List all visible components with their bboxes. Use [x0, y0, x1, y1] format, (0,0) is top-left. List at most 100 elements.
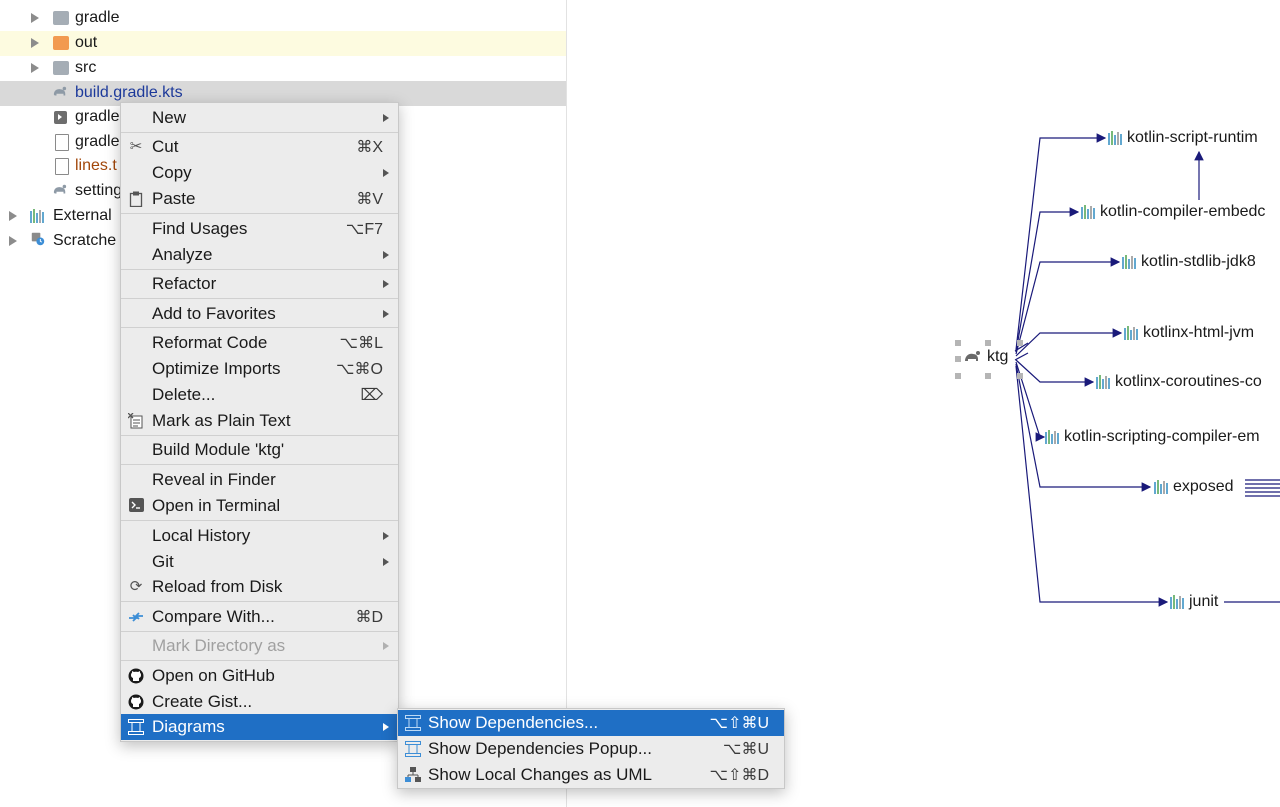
library-icon	[1170, 595, 1184, 609]
expand-arrow-icon[interactable]	[31, 63, 39, 73]
diagram-node-kotlin-script-runtime[interactable]: kotlin-script-runtim	[1108, 129, 1258, 147]
menu-item-label: Compare With...	[152, 607, 275, 626]
menu-item-label: Open in Terminal	[152, 496, 281, 515]
folder-icon	[53, 61, 69, 75]
selection-handle[interactable]	[985, 373, 991, 379]
diagram-node-kotlin-scripting-compiler[interactable]: kotlin-scripting-compiler-em	[1045, 428, 1260, 446]
expand-arrow-icon[interactable]	[9, 236, 17, 246]
menu-item-compare-with[interactable]: Compare With... ⌘D	[121, 604, 398, 630]
tree-item-label: src	[75, 59, 97, 76]
menu-item-label: Reformat Code	[152, 333, 268, 352]
tree-item-label: setting	[75, 182, 123, 199]
expand-arrow-icon[interactable]	[9, 211, 17, 221]
expand-arrow-icon[interactable]	[31, 13, 39, 23]
tree-item-label: Scratche	[53, 232, 117, 249]
edge-kotlinx-html-jvm	[1015, 328, 1123, 357]
menu-item-label: Refactor	[152, 274, 217, 293]
gradle-file-icon	[53, 184, 67, 194]
menu-item-open-on-github[interactable]: Open on GitHub	[121, 663, 398, 689]
menu-item-find-usages[interactable]: Find Usages ⌥F7	[121, 216, 398, 242]
selection-handle[interactable]	[1017, 340, 1023, 346]
selection-handle[interactable]	[1017, 373, 1023, 379]
diagram-node-ktg[interactable]: ktg	[963, 348, 1008, 366]
menu-separator	[121, 660, 398, 661]
library-icon	[1081, 205, 1095, 219]
menu-item-create-gist[interactable]: Create Gist...	[121, 689, 398, 715]
tree-item-label: lines.t	[75, 157, 117, 174]
tree-item-out[interactable]: out	[0, 31, 566, 56]
github-icon	[128, 694, 144, 710]
menu-item-paste[interactable]: Paste ⌘V	[121, 186, 398, 212]
library-icon	[30, 209, 46, 223]
tree-item-label: gradle	[75, 133, 120, 150]
edge-kotlinx-coroutines	[1015, 359, 1095, 387]
diagram-node-kotlin-stdlib-jdk8[interactable]: kotlin-stdlib-jdk8	[1122, 253, 1256, 271]
menu-item-diagrams[interactable]: Diagrams	[121, 714, 398, 740]
menu-shortcut: ⌘D	[355, 609, 383, 626]
menu-item-show-local-changes-uml[interactable]: Show Local Changes as UML ⌥⇧⌘D	[398, 762, 784, 788]
menu-item-mark-as-plain-text[interactable]: Mark as Plain Text	[121, 408, 398, 434]
gradle-file-icon	[53, 86, 67, 96]
menu-shortcut: ⌥⇧⌘U	[709, 715, 769, 732]
selection-handle[interactable]	[985, 340, 991, 346]
menu-item-label: Build Module 'ktg'	[152, 440, 285, 459]
diagram-edges	[1014, 133, 1280, 607]
menu-item-reload-from-disk[interactable]: ⟳ Reload from Disk	[121, 574, 398, 600]
edge-junit	[1015, 365, 1169, 607]
tree-item-gradle[interactable]: gradle	[0, 6, 566, 31]
menu-separator	[121, 269, 398, 270]
menu-item-local-history[interactable]: Local History	[121, 523, 398, 549]
menu-item-delete[interactable]: Delete... ⌦	[121, 382, 398, 408]
submenu-arrow-icon	[383, 723, 389, 731]
tree-item-label: External	[53, 207, 112, 224]
menu-item-reformat-code[interactable]: Reformat Code ⌥⌘L	[121, 330, 398, 356]
diagram-node-kotlin-compiler-embeddable[interactable]: kotlin-compiler-embedc	[1081, 203, 1266, 221]
diagram-node-kotlinx-coroutines[interactable]: kotlinx-coroutines-co	[1096, 373, 1262, 391]
menu-item-label: Analyze	[152, 245, 213, 264]
diagram-node-kotlinx-html-jvm[interactable]: kotlinx-html-jvm	[1124, 324, 1255, 342]
menu-shortcut: ⌥⌘O	[336, 361, 383, 378]
selection-handle[interactable]	[955, 340, 961, 346]
node-label: kotlin-scripting-compiler-em	[1064, 428, 1260, 445]
selection-handle[interactable]	[955, 373, 961, 379]
menu-separator	[121, 298, 398, 299]
menu-item-git[interactable]: Git	[121, 549, 398, 575]
menu-separator	[121, 213, 398, 214]
menu-item-new[interactable]: New	[121, 105, 398, 131]
menu-item-show-dependencies-popup[interactable]: Show Dependencies Popup... ⌥⌘U	[398, 736, 784, 762]
submenu-arrow-icon	[383, 642, 389, 650]
github-icon	[128, 668, 144, 684]
menu-shortcut: ⌥F7	[345, 221, 383, 238]
terminal-icon	[128, 498, 144, 514]
gradle-module-icon	[965, 351, 980, 361]
expand-arrow-icon[interactable]	[31, 38, 39, 48]
node-label: kotlin-script-runtim	[1127, 129, 1258, 146]
menu-item-analyze[interactable]: Analyze	[121, 242, 398, 268]
menu-item-copy[interactable]: Copy	[121, 160, 398, 186]
menu-item-refactor[interactable]: Refactor	[121, 271, 398, 297]
tree-item-src[interactable]: src	[0, 56, 566, 81]
selection-handle[interactable]	[955, 356, 961, 362]
library-icon	[1045, 430, 1059, 444]
diagram-node-exposed[interactable]: exposed	[1154, 478, 1234, 496]
diagram-node-junit[interactable]: junit	[1170, 593, 1219, 611]
menu-separator	[121, 435, 398, 436]
scratches-icon	[31, 232, 45, 246]
menu-item-label: Find Usages	[152, 219, 248, 238]
menu-item-reveal-in-finder[interactable]: Reveal in Finder	[121, 467, 398, 493]
tree-item-label: build.gradle.kts	[75, 84, 183, 101]
menu-item-add-to-favorites[interactable]: Add to Favorites	[121, 301, 398, 327]
menu-item-label: Local History	[152, 526, 251, 545]
text-file-icon	[55, 134, 69, 151]
menu-item-show-dependencies[interactable]: Show Dependencies... ⌥⇧⌘U	[398, 710, 784, 736]
dependency-diagram[interactable]: ktg kotlin-script-runtim kotlin-compiler…	[567, 0, 1280, 807]
menu-item-open-in-terminal[interactable]: Open in Terminal	[121, 493, 398, 519]
library-icon	[1124, 326, 1138, 340]
menu-item-label: Open on GitHub	[152, 666, 275, 685]
menu-item-label: Show Dependencies...	[428, 713, 599, 732]
menu-item-optimize-imports[interactable]: Optimize Imports ⌥⌘O	[121, 356, 398, 382]
library-icon	[1096, 375, 1110, 389]
menu-item-label: Show Dependencies Popup...	[428, 739, 652, 758]
menu-item-build-module[interactable]: Build Module 'ktg'	[121, 437, 398, 463]
menu-item-cut[interactable]: ✂ Cut ⌘X	[121, 134, 398, 160]
